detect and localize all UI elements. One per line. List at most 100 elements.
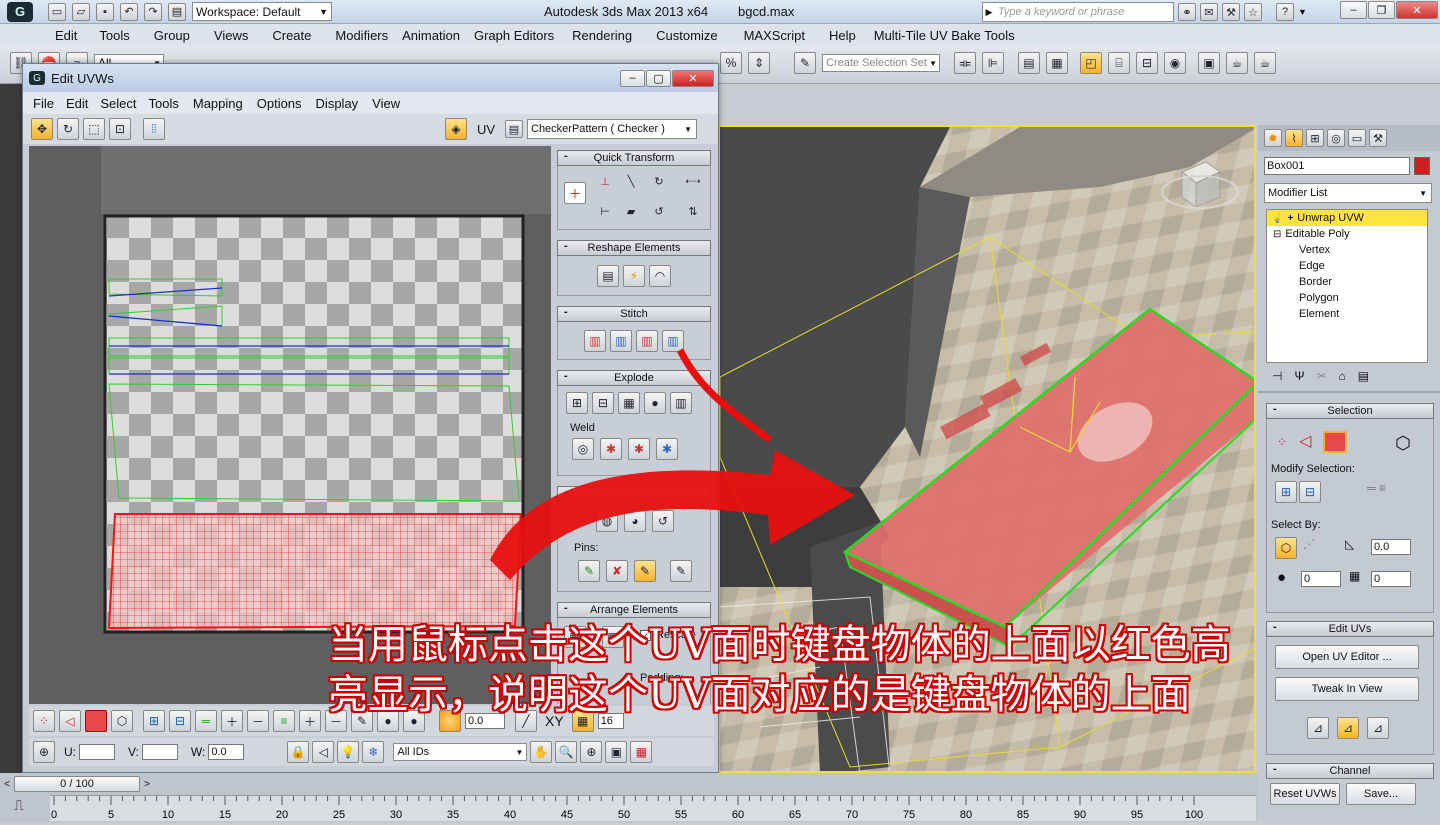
mirror-icon[interactable]: ⟚ <box>954 52 976 74</box>
element-sel-icon[interactable]: ⬡ <box>1395 433 1411 454</box>
set-pivot-icon[interactable]: ＋ <box>564 182 586 204</box>
communication-icon[interactable]: ✉ <box>1200 3 1218 21</box>
configure-sets-icon[interactable]: ▤ <box>1358 369 1369 383</box>
zoom-icon[interactable]: 🔍 <box>555 741 578 763</box>
stitch-header[interactable]: Stitch <box>557 306 711 322</box>
select-by-material-icon[interactable]: ● <box>1277 569 1286 586</box>
material-id-value[interactable]: 0 <box>1301 571 1341 587</box>
stack-sub-edge[interactable]: Edge <box>1267 258 1427 274</box>
save-file-icon[interactable]: ▪ <box>96 2 114 21</box>
scale-icon[interactable]: ⬚ <box>83 118 105 140</box>
align-x-icon[interactable]: ⊥ <box>596 172 614 190</box>
w-field[interactable]: 0.0 <box>208 744 245 760</box>
percent-snap-icon[interactable]: % <box>720 52 742 74</box>
track-bar-icon[interactable]: ⎍ <box>14 797 24 814</box>
rotate-plus-icon[interactable]: ↻ <box>650 172 668 190</box>
app-logo-icon[interactable]: G <box>0 0 40 24</box>
stitch-average-icon[interactable]: ▥ <box>636 329 658 352</box>
shrink-selection-icon[interactable]: ⊟ <box>169 710 191 732</box>
weld-selected-icon[interactable]: ✱ <box>600 438 622 460</box>
collapse-minus-icon[interactable]: ⊟ <box>1273 229 1281 240</box>
split-icon[interactable]: ▥ <box>670 392 692 414</box>
menu-views[interactable]: Views <box>214 28 248 43</box>
lock-icon[interactable]: 🔒 <box>287 741 310 763</box>
uvw-menu-edit[interactable]: Edit <box>66 96 88 111</box>
project-folder-icon[interactable]: ▤ <box>168 2 186 21</box>
stack-item-unwrap[interactable]: 💡 + Unwrap UVW <box>1267 210 1427 226</box>
stack-sub-vertex[interactable]: Vertex <box>1267 242 1427 258</box>
planar-angle-value[interactable]: 0.0 <box>1371 539 1411 555</box>
make-unique-icon[interactable]: ✂ <box>1316 369 1326 383</box>
relax-icon[interactable]: ⚡ <box>623 264 645 287</box>
uvw-menu-mapping[interactable]: Mapping <box>193 96 243 111</box>
spinner-snap-icon[interactable]: ⇕ <box>748 52 770 74</box>
planar-angle-icon[interactable]: ◺ <box>1345 537 1354 551</box>
pin-stack-icon[interactable]: ⊣ <box>1272 369 1282 383</box>
ribbon-icon[interactable]: ▦ <box>1046 52 1068 74</box>
edit-named-sets-icon[interactable]: ✎ <box>794 52 816 74</box>
smoothing-group-value[interactable]: 0 <box>1371 571 1411 587</box>
show-map-icon[interactable]: ◈ <box>445 118 467 140</box>
arc-icon[interactable]: ◠ <box>649 264 671 287</box>
material-ids-dropdown[interactable]: All IDs ▼ <box>393 743 528 761</box>
hierarchy-tab-icon[interactable]: ⊞ <box>1306 129 1324 147</box>
channel-header[interactable]: Channel <box>1266 763 1434 779</box>
menu-tools[interactable]: Tools <box>99 28 129 43</box>
select-pins-icon[interactable]: ✎ <box>670 560 692 582</box>
space-vertical-icon[interactable]: ⇅ <box>684 202 702 220</box>
shrink-icon[interactable]: ⊟ <box>1299 481 1321 503</box>
uvw-menu-tools[interactable]: Tools <box>149 96 179 111</box>
stack-sub-border[interactable]: Border <box>1267 274 1427 290</box>
break-icon[interactable]: ⊟ <box>592 392 614 414</box>
align-horizontal-icon[interactable]: ⊢ <box>596 202 614 220</box>
zoom-extents-icon[interactable]: ▣ <box>605 741 628 763</box>
render-setup-icon[interactable]: ◉ <box>1164 52 1186 74</box>
weld-all-icon[interactable]: ✱ <box>628 438 650 460</box>
polygon-sel-icon[interactable] <box>1323 431 1347 453</box>
arrange-header[interactable]: Arrange Elements <box>557 602 711 618</box>
stitch-target-icon[interactable]: ▥ <box>610 329 632 352</box>
ring-icon[interactable]: ≡ <box>273 710 295 732</box>
render-production-icon[interactable]: ☕ <box>1226 52 1248 74</box>
checker-pattern-dropdown[interactable]: CheckerPattern ( Checker ) ▼ <box>527 119 697 139</box>
uvw-menu-display[interactable]: Display <box>316 96 359 111</box>
weld-edge-icon[interactable]: ✱ <box>656 438 678 460</box>
reset-peel-icon[interactable]: ↺ <box>652 510 674 532</box>
edge-mode-icon[interactable]: ◁ <box>59 710 81 732</box>
uvw-menu-select[interactable]: Select <box>100 96 136 111</box>
timeline-left-arrow-icon[interactable]: < <box>0 779 14 790</box>
quick-peel-icon[interactable]: ◍ <box>596 510 618 532</box>
flatten-icon[interactable]: ⊞ <box>566 392 588 414</box>
vertex-mode-icon[interactable]: ⁘ <box>33 710 55 732</box>
menu-multi-tile[interactable]: Multi-Tile UV Bake Tools <box>874 28 1015 43</box>
peel-mode-icon[interactable]: ◕ <box>624 510 646 532</box>
menu-maxscript[interactable]: MAXScript <box>744 28 805 43</box>
uvw-minimize-button[interactable]: – <box>620 69 645 87</box>
space-horizontal-icon[interactable]: ⇠⇢ <box>684 172 702 190</box>
uvw-menu-options[interactable]: Options <box>257 96 302 111</box>
display-tab-icon[interactable]: ▭ <box>1348 129 1366 147</box>
object-name-field[interactable]: Box001 <box>1264 157 1410 175</box>
new-file-icon[interactable]: ▭ <box>48 2 66 21</box>
polygon-mode-icon[interactable] <box>85 710 107 732</box>
menu-customize[interactable]: Customize <box>656 28 717 43</box>
rotate-icon[interactable]: ↻ <box>57 118 79 140</box>
vertex-sel-icon[interactable]: ⁘ <box>1277 435 1287 449</box>
loop-ring-icons[interactable]: ═ ≡ <box>1367 481 1386 495</box>
favorites-icon[interactable]: ☆ <box>1244 3 1262 21</box>
align-icon[interactable]: ⊫ <box>982 52 1004 74</box>
menu-group[interactable]: Group <box>154 28 190 43</box>
create-tab-icon[interactable]: ✹ <box>1264 129 1282 147</box>
quick-planar-icon[interactable]: ⊿ <box>1307 717 1329 739</box>
explode-header[interactable]: Explode <box>557 370 711 386</box>
search-arrow-icon[interactable]: ▶ <box>983 7 995 18</box>
u-field[interactable] <box>79 744 115 760</box>
quick-transform-header[interactable]: Quick Transform <box>557 150 711 166</box>
menu-help[interactable]: Help <box>829 28 856 43</box>
menu-modifiers[interactable]: Modifiers <box>335 28 388 43</box>
close-button[interactable]: ✕ <box>1396 1 1438 19</box>
straighten-icon[interactable]: ▰ <box>622 202 640 220</box>
undo-icon[interactable]: ↶ <box>120 2 138 21</box>
hide-icon[interactable]: ◁ <box>312 741 335 763</box>
show-end-result-icon[interactable]: Ψ <box>1294 369 1304 383</box>
